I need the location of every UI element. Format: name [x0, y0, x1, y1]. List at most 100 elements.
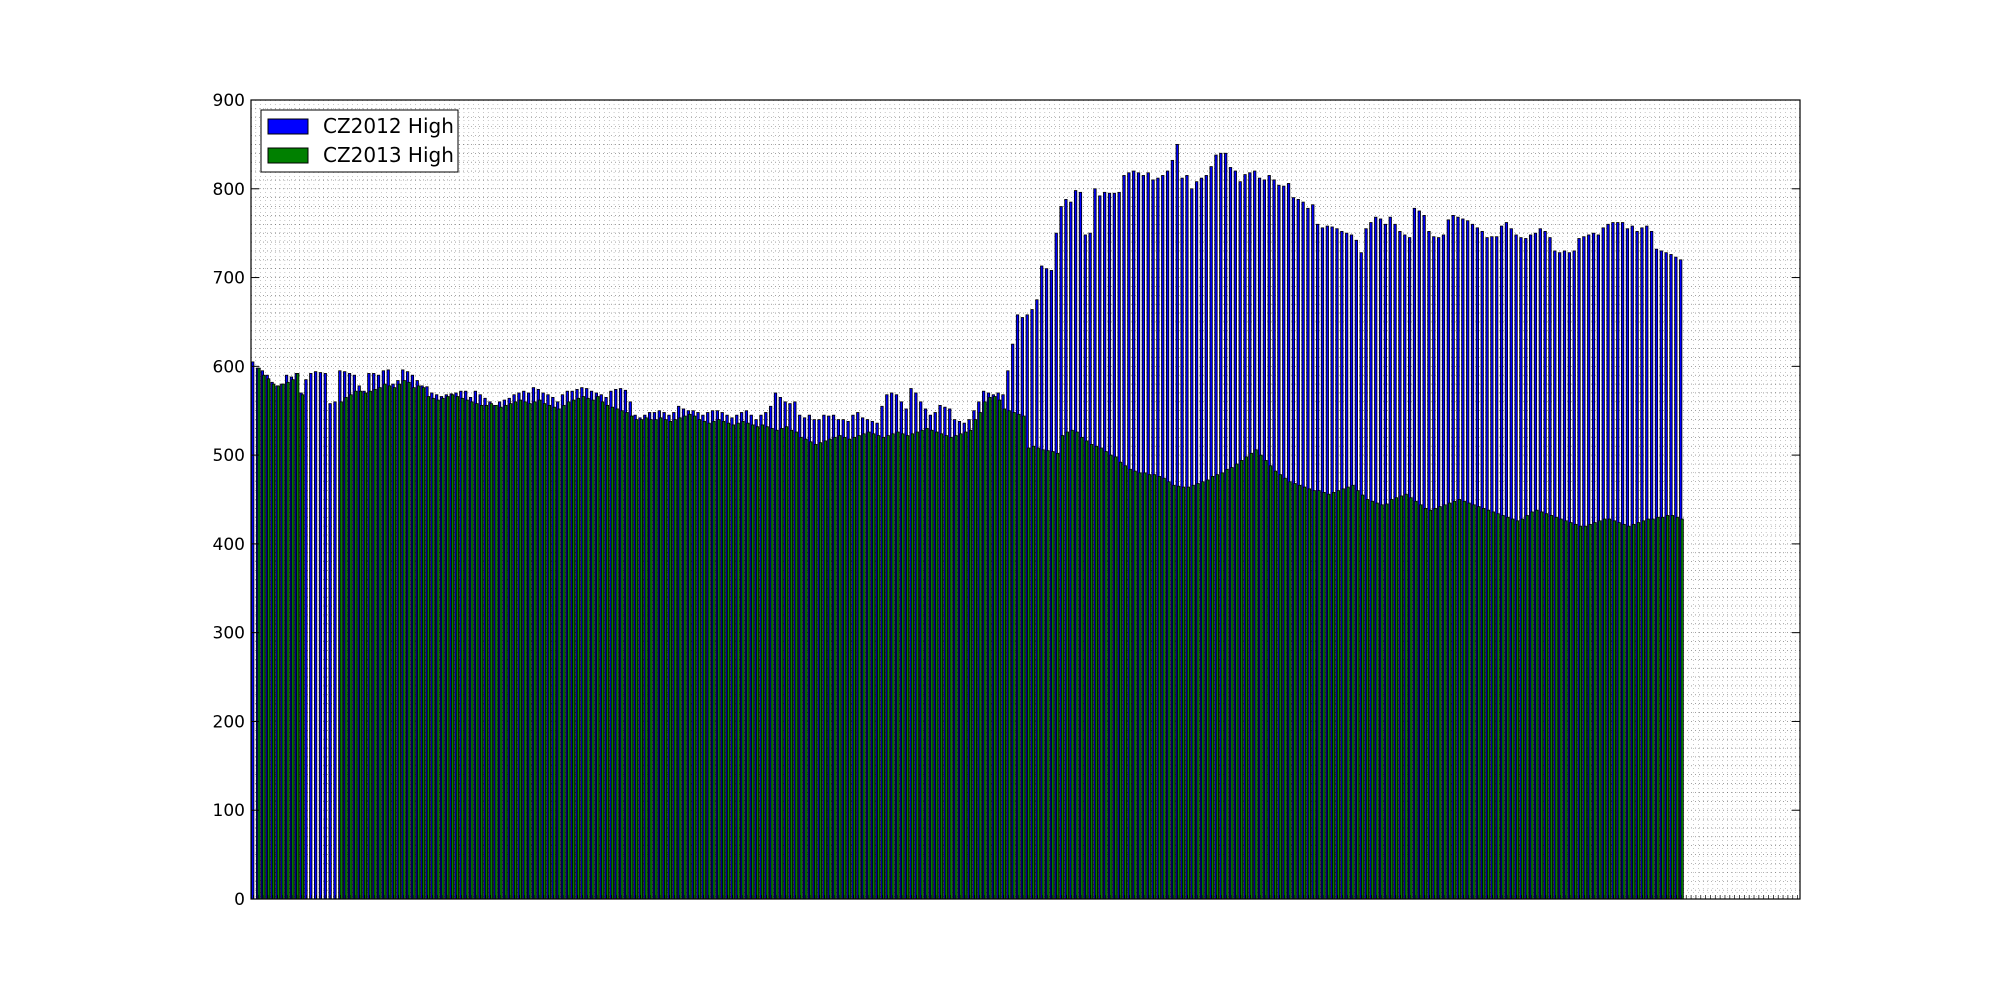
- bar-cz2013: [968, 429, 973, 900]
- bar-cz2013: [1307, 488, 1312, 900]
- bar-cz2013: [1177, 485, 1181, 900]
- bar-cz2013: [533, 401, 537, 900]
- bar-cz2013: [620, 410, 624, 900]
- bar-cz2013: [499, 406, 503, 900]
- bar-cz2013: [663, 419, 668, 900]
- bar-cz2013: [1172, 484, 1176, 900]
- bar-cz2013: [1632, 523, 1636, 900]
- bar-cz2013: [388, 385, 392, 900]
- bar-cz2013: [644, 417, 648, 900]
- bar-cz2013: [722, 420, 726, 900]
- bar-cz2013: [1665, 515, 1670, 900]
- bar-cz2013: [983, 401, 987, 900]
- bar-cz2013: [1312, 490, 1316, 900]
- y-tick-label: 800: [213, 180, 245, 200]
- bar-cz2013: [1482, 507, 1486, 900]
- bar-cz2013: [862, 433, 866, 900]
- bar-cz2013: [1022, 415, 1026, 900]
- bar-cz2013: [1622, 523, 1626, 900]
- bar-cz2013: [736, 422, 740, 900]
- bar-cz2013: [770, 428, 774, 900]
- bar-cz2013: [518, 399, 522, 900]
- bar-cz2013: [843, 436, 847, 900]
- bar-cz2013: [1661, 516, 1665, 900]
- bar-cz2013: [876, 435, 881, 900]
- y-tick-label: 500: [213, 446, 245, 466]
- bar-cz2013: [1641, 520, 1646, 900]
- bar-cz2013: [1027, 447, 1031, 900]
- bar-cz2013: [1012, 412, 1016, 900]
- bar-cz2013: [1327, 493, 1331, 900]
- bar-cz2013: [780, 428, 784, 900]
- legend-label-cz2013: CZ2013 High: [323, 143, 454, 167]
- bar-cz2013: [1385, 503, 1389, 900]
- bar-cz2013: [436, 399, 440, 900]
- bar-cz2013: [1157, 476, 1161, 900]
- bar-cz2013: [760, 424, 765, 900]
- bar-cz2013: [702, 420, 706, 900]
- bar-chart: 0 100 200 300 400 500 600 700 800 900 CZ2012 High…: [213, 91, 1801, 910]
- legend-label-cz2012: CZ2012 High: [323, 114, 454, 138]
- bar-cz2013: [1264, 460, 1268, 900]
- bar-cz2013: [567, 401, 571, 900]
- y-tick-label: 0: [234, 890, 245, 910]
- bar-cz2013: [891, 433, 895, 900]
- bar-cz2013: [354, 390, 358, 900]
- bar-cz2013: [1351, 484, 1355, 900]
- bar-cz2013: [1438, 506, 1442, 900]
- bar-cz2013: [1540, 511, 1544, 900]
- bar-cz2013: [678, 417, 682, 900]
- bar-cz2013: [1119, 461, 1123, 900]
- bar-cz2013: [1346, 486, 1350, 900]
- bar-cz2013: [349, 394, 353, 900]
- bar-cz2013: [833, 436, 837, 900]
- bar-cz2013: [1089, 444, 1094, 900]
- bar-cz2013: [1612, 520, 1616, 900]
- bar-cz2013: [1109, 454, 1113, 900]
- bar-cz2013: [513, 401, 518, 900]
- bar-cz2013: [1138, 472, 1142, 900]
- bar-cz2013: [1404, 493, 1408, 900]
- bar-cz2013: [392, 387, 397, 900]
- bar-cz2013: [1094, 445, 1099, 900]
- bar-cz2013: [446, 396, 450, 900]
- bar-cz2012: [251, 361, 255, 900]
- bar-cz2013: [1162, 477, 1166, 900]
- bar-cz2013: [1569, 522, 1573, 900]
- bar-cz2013: [1593, 522, 1597, 900]
- bar-cz2013: [1627, 525, 1631, 900]
- bar-cz2013: [775, 429, 779, 900]
- bar-cz2013: [547, 404, 552, 900]
- bar-cz2013: [1114, 456, 1118, 900]
- bar-cz2013: [944, 435, 948, 900]
- bar-cz2013: [872, 433, 876, 900]
- bar-cz2013: [1646, 518, 1650, 900]
- bar-cz2013: [509, 403, 513, 900]
- bar-cz2013: [1002, 408, 1007, 900]
- bar-cz2013: [1322, 491, 1326, 900]
- bar-cz2013: [576, 397, 581, 900]
- bar-cz2013: [1225, 468, 1229, 900]
- bar-cz2013: [1423, 507, 1428, 900]
- y-tick-label: 900: [213, 91, 245, 111]
- bar-cz2013: [731, 424, 735, 900]
- bar-cz2013: [1080, 436, 1084, 900]
- bar-cz2013: [1680, 518, 1684, 900]
- bar-cz2012: [323, 373, 327, 900]
- bar-cz2013: [1453, 500, 1457, 900]
- bar-cz2013: [1283, 477, 1287, 900]
- bar-cz2013: [1656, 516, 1660, 900]
- bar-cz2013: [1520, 518, 1525, 900]
- bar-cz2013: [1574, 523, 1578, 900]
- bar-cz2013: [383, 383, 387, 900]
- bar-cz2013: [451, 394, 455, 900]
- bar-cz2013: [267, 378, 271, 900]
- bar-cz2013: [1181, 486, 1186, 900]
- bar-cz2013: [1462, 500, 1466, 900]
- bar-cz2013: [726, 422, 731, 900]
- bar-cz2013: [1361, 494, 1365, 900]
- bar-cz2013: [1065, 431, 1069, 900]
- bar-cz2013: [688, 413, 692, 900]
- bar-cz2013: [1419, 504, 1423, 900]
- bar-cz2013: [572, 399, 576, 900]
